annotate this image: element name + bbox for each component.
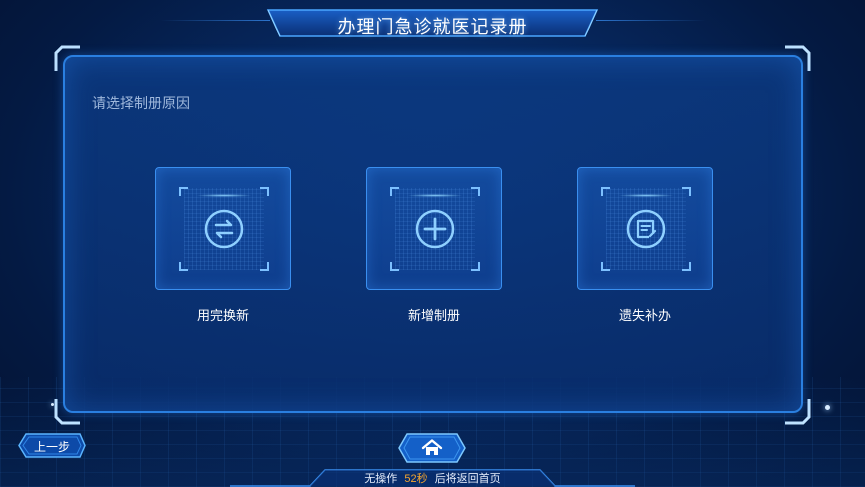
timeout-suffix: 后将返回首页 [434,473,501,485]
exchange-icon [204,209,244,249]
timeout-prefix: 无操作 [364,473,398,485]
header-line-right [596,20,706,21]
decor-light [51,403,54,406]
edit-document-icon [626,209,666,249]
home-button[interactable] [398,433,466,463]
back-button[interactable]: 上一步 [18,433,86,458]
option-lost-reissue[interactable] [577,167,713,290]
header-line-left [160,20,270,21]
option-glow [407,194,463,197]
timeout-notice: 无操作 52秒 后将返回首页 [0,470,865,486]
decor-light [825,405,830,410]
option-glow [196,194,252,197]
option-label-replace-used: 用完换新 [196,308,249,323]
screen: 办理门急诊就医记录册 请选择制册原因 用完换新 新增制册 遗失补办 上一步 无操… [0,0,865,487]
home-button-frame [398,433,466,463]
option-glow [618,194,674,197]
panel-prompt: 请选择制册原因 [92,95,190,111]
main-panel: 请选择制册原因 用完换新 新增制册 遗失补办 [63,55,803,413]
option-replace-used[interactable] [155,167,291,290]
option-new-booklet[interactable] [366,167,502,290]
header: 办理门急诊就医记录册 [266,8,599,40]
plus-circle-icon [415,209,455,249]
page-title: 办理门急诊就医记录册 [337,17,528,37]
option-label-new-booklet: 新增制册 [407,308,460,323]
back-button-label: 上一步 [33,440,70,454]
option-label-lost-reissue: 遗失补办 [618,308,671,323]
timeout-seconds: 52秒 [404,473,428,485]
